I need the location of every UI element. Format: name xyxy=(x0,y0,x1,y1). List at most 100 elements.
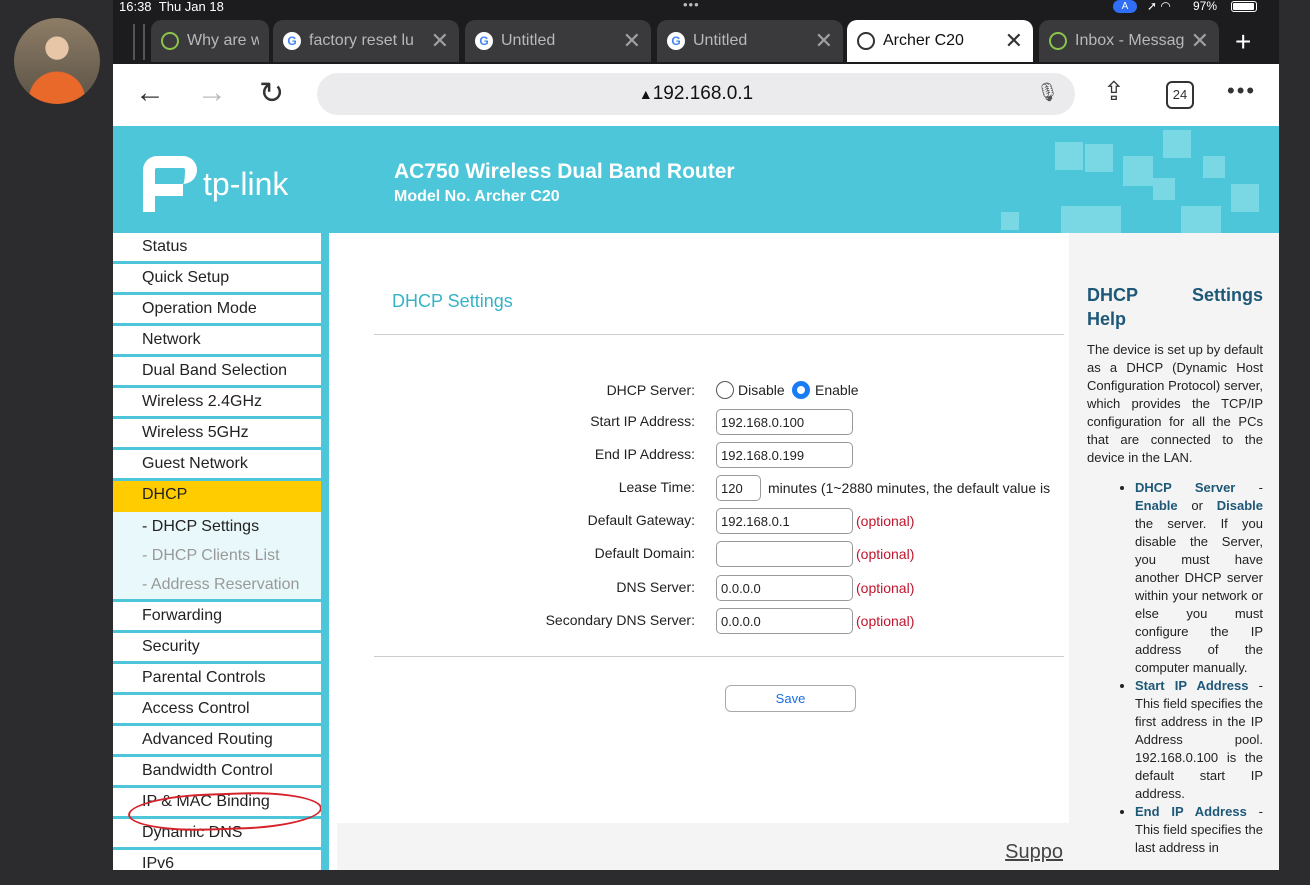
menu-guest-network[interactable]: Guest Network xyxy=(113,450,329,481)
menu-wireless-2-4ghz[interactable]: Wireless 2.4GHz xyxy=(113,388,329,419)
router-model: Model No. Archer C20 xyxy=(394,188,560,205)
dns-server-input[interactable]: 0.0.0.0 xyxy=(716,575,853,601)
optional-label: (optional) xyxy=(856,613,915,629)
ipad-screen: 16:38 Thu Jan 18 ••• A ➚ ◠ 97% Why are w… xyxy=(113,0,1279,870)
tab-bar: Why are w G factory reset lu ✕ G Untitle… xyxy=(113,14,1279,64)
google-icon: G xyxy=(667,32,685,50)
menu-dual-band-selection[interactable]: Dual Band Selection xyxy=(113,357,329,388)
decor-square xyxy=(1163,130,1191,158)
lease-time-input[interactable]: 120 xyxy=(716,475,761,501)
more-icon[interactable]: ••• xyxy=(1227,78,1256,104)
tab-title: Inbox - Messag xyxy=(1075,32,1185,49)
submenu-dhcp-settings[interactable]: - DHCP Settings xyxy=(113,512,329,541)
tab-title: Untitled xyxy=(501,32,556,49)
menu-ipv6[interactable]: IPv6 xyxy=(113,850,329,870)
tp-link-logo[interactable]: tp-link xyxy=(143,156,288,212)
forward-arrow-icon[interactable]: → xyxy=(197,76,227,110)
close-tab-icon[interactable]: ✕ xyxy=(623,28,641,54)
tab-why-are[interactable]: Why are w xyxy=(151,20,269,62)
router-sidebar-menu: Status Quick Setup Operation Mode Networ… xyxy=(113,233,329,870)
menu-status[interactable]: Status xyxy=(113,233,329,264)
help-item-start-ip: Start IP Address - This field specifies … xyxy=(1135,677,1263,803)
row-default-gateway: Default Gateway: 192.168.0.1 (optional) xyxy=(337,508,1069,534)
menu-access-control[interactable]: Access Control xyxy=(113,695,329,726)
row-secondary-dns: Secondary DNS Server: 0.0.0.0 (optional) xyxy=(337,608,1069,634)
tab-title: factory reset lu xyxy=(309,32,414,49)
tab-title: Untitled xyxy=(693,32,748,49)
close-tab-icon[interactable]: ✕ xyxy=(431,28,449,54)
row-end-ip: End IP Address: 192.168.0.199 xyxy=(337,442,1069,468)
menu-network[interactable]: Network xyxy=(113,326,329,357)
menu-advanced-routing[interactable]: Advanced Routing xyxy=(113,726,329,757)
row-lease-time: Lease Time: 120 minutes (1~2880 minutes,… xyxy=(337,475,1069,501)
tab-inbox[interactable]: Inbox - Messag ✕ xyxy=(1039,20,1219,62)
help-list: DHCP Server - Enable or Disable the serv… xyxy=(1087,479,1263,857)
decor-square xyxy=(1181,206,1221,233)
microphone-icon[interactable]: 🎙 xyxy=(1036,82,1059,103)
tab-archer-c20[interactable]: Archer C20 ✕ xyxy=(847,20,1033,62)
enable-radio[interactable] xyxy=(792,381,810,399)
menu-bandwidth-control[interactable]: Bandwidth Control xyxy=(113,757,329,788)
google-icon: G xyxy=(475,32,493,50)
menu-forwarding[interactable]: Forwarding xyxy=(113,602,329,633)
help-intro: The device is set up by default as a DHC… xyxy=(1087,342,1263,465)
tab-untitled-2[interactable]: G Untitled ✕ xyxy=(657,20,843,62)
disable-radio[interactable] xyxy=(716,381,734,399)
wifi-icon: ➚ ◠ xyxy=(1147,0,1171,13)
tab-untitled-1[interactable]: G Untitled ✕ xyxy=(465,20,651,62)
router-header: tp-link AC750 Wireless Dual Band Router … xyxy=(113,126,1279,233)
address-bar[interactable]: ▲192.168.0.1 🎙 xyxy=(317,73,1075,115)
optional-label: (optional) xyxy=(856,580,915,596)
end-ip-input[interactable]: 192.168.0.199 xyxy=(716,442,853,468)
menu-wireless-5ghz[interactable]: Wireless 5GHz xyxy=(113,419,329,450)
tab-title: Why are w xyxy=(187,32,259,49)
secondary-dns-input[interactable]: 0.0.0.0 xyxy=(716,608,853,634)
submenu-dhcp-clients-list[interactable]: - DHCP Clients List xyxy=(113,541,329,570)
menu-security[interactable]: Security xyxy=(113,633,329,664)
help-item-dhcp-server: DHCP Server - Enable or Disable the serv… xyxy=(1135,479,1263,677)
row-start-ip: Start IP Address: 192.168.0.100 xyxy=(337,409,1069,435)
start-ip-input[interactable]: 192.168.0.100 xyxy=(716,409,853,435)
help-title: DHCP Settings Help xyxy=(1087,285,1263,329)
submenu-address-reservation[interactable]: - Address Reservation xyxy=(113,570,329,602)
browser-toolbar: ← → ↻ ▲192.168.0.1 🎙 ⇪ 24 ••• xyxy=(113,64,1279,126)
row-dhcp-server: DHCP Server: Disable Enable xyxy=(337,378,1069,404)
menu-dhcp[interactable]: DHCP xyxy=(113,481,329,512)
decor-square xyxy=(1203,156,1225,178)
status-time: 16:38 Thu Jan 18 xyxy=(119,0,224,14)
decor-square xyxy=(1153,178,1175,200)
status-bar: 16:38 Thu Jan 18 ••• A ➚ ◠ 97% xyxy=(113,0,1279,14)
new-tab-icon[interactable]: + xyxy=(1235,26,1251,58)
start-ip-label: Start IP Address: xyxy=(590,413,695,429)
enable-label: Enable xyxy=(815,382,859,398)
battery-icon xyxy=(1231,1,1257,12)
footer: Suppo xyxy=(337,823,1069,870)
share-icon[interactable]: ⇪ xyxy=(1103,76,1125,107)
multitask-dots[interactable]: ••• xyxy=(683,0,700,12)
close-tab-icon[interactable]: ✕ xyxy=(1191,28,1209,54)
support-link[interactable]: Suppo xyxy=(1005,841,1063,864)
url-text: ▲192.168.0.1 xyxy=(638,83,754,104)
decor-square xyxy=(1123,156,1153,186)
tab-title: Archer C20 xyxy=(883,32,964,49)
assistant-icon: A xyxy=(1113,0,1137,13)
close-tab-icon[interactable]: ✕ xyxy=(815,28,833,54)
router-title: AC750 Wireless Dual Band Router xyxy=(394,160,735,183)
disable-label: Disable xyxy=(738,382,785,398)
menu-operation-mode[interactable]: Operation Mode xyxy=(113,295,329,326)
menu-parental-controls[interactable]: Parental Controls xyxy=(113,664,329,695)
reload-icon[interactable]: ↻ xyxy=(259,76,284,111)
back-arrow-icon[interactable]: ← xyxy=(135,76,165,110)
decor-square xyxy=(1231,184,1259,212)
row-dns-server: DNS Server: 0.0.0.0 (optional) xyxy=(337,575,1069,601)
logo-text: tp-link xyxy=(203,165,289,202)
tab-factory-reset[interactable]: G factory reset lu ✕ xyxy=(273,20,459,62)
save-button[interactable]: Save xyxy=(725,685,856,712)
default-gateway-input[interactable]: 192.168.0.1 xyxy=(716,508,853,534)
green-circle-icon xyxy=(161,32,179,50)
tab-stack-edge xyxy=(133,24,145,60)
default-domain-input[interactable] xyxy=(716,541,853,567)
tab-count-button[interactable]: 24 xyxy=(1166,81,1194,109)
close-tab-icon[interactable]: ✕ xyxy=(1005,28,1023,54)
menu-quick-setup[interactable]: Quick Setup xyxy=(113,264,329,295)
